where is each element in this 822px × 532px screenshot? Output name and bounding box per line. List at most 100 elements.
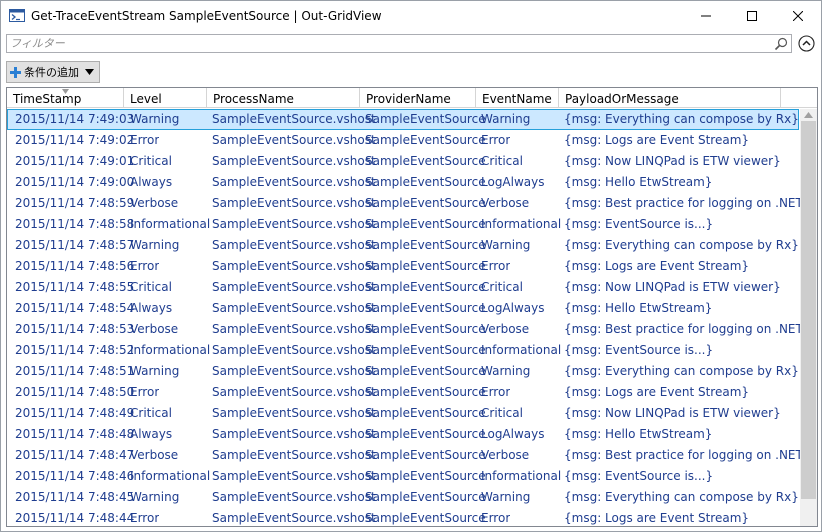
cell-process-name: SampleEventSource.vshost <box>212 175 376 189</box>
cell-timestamp: 2015/11/14 7:48:51 <box>15 364 135 378</box>
cell-level: Warning <box>130 490 180 504</box>
table-row[interactable]: 2015/11/14 7:49:00 Always SampleEventSourc… <box>7 172 799 193</box>
cell-event-name: Verbose <box>481 322 530 336</box>
table-row[interactable]: 2015/11/14 7:48:53 Verbose SampleEventSour… <box>7 319 810 340</box>
table-row[interactable]: 2015/11/14 7:48:50 Error SampleEventSource… <box>7 382 799 403</box>
cell-event-name: Critical <box>481 406 523 420</box>
cell-provider-name: SampleEventSource <box>365 448 486 462</box>
table-row[interactable]: 2015/11/14 7:49:01 Critical SampleEventSou… <box>7 151 799 172</box>
cell-event-name: LogAlways <box>481 175 545 189</box>
minimize-button[interactable] <box>683 1 729 31</box>
cell-event-name: Verbose <box>481 448 530 462</box>
cell-payload: {msg: Now LINQPad is ETW viewer} <box>564 280 781 294</box>
plus-icon <box>10 66 21 78</box>
maximize-button[interactable] <box>729 1 775 31</box>
cell-process-name: SampleEventSource.vshost <box>212 448 376 462</box>
table-row[interactable]: 2015/11/14 7:48:45 Warning SampleEventSour… <box>7 487 799 508</box>
cell-timestamp: 2015/11/14 7:49:03 <box>15 112 135 126</box>
cell-provider-name: SampleEventSource <box>365 406 486 420</box>
table-row[interactable]: 2015/11/14 7:48:49 Critical SampleEventSou… <box>7 403 799 424</box>
cell-event-name: Warning <box>481 112 531 126</box>
table-row[interactable]: 2015/11/14 7:48:54 Always SampleEventSourc… <box>7 298 799 319</box>
cell-level: Error <box>130 385 160 399</box>
table-row[interactable]: 2015/11/14 7:48:59 Verbose SampleEventSour… <box>7 193 810 214</box>
cell-process-name: SampleEventSource.vshost <box>212 469 376 483</box>
cell-event-name: Error <box>481 385 511 399</box>
cell-timestamp: 2015/11/14 7:49:02 <box>15 133 135 147</box>
table-row[interactable]: 2015/11/14 7:48:55 Critical SampleEventSou… <box>7 277 799 298</box>
cell-provider-name: SampleEventSource <box>365 280 486 294</box>
add-criteria-label: 条件の追加 <box>24 66 79 79</box>
column-header-timestamp[interactable]: TimeStamp <box>7 88 124 108</box>
cell-payload: {msg: Everything can compose by Rx} <box>564 238 799 252</box>
cell-level: Warning <box>130 238 180 252</box>
data-grid: TimeStamp Level ProcessName ProviderName… <box>6 87 818 527</box>
table-row[interactable]: 2015/11/14 7:48:47 Verbose SampleEventSour… <box>7 445 810 466</box>
search-icon[interactable] <box>774 37 788 51</box>
vertical-scrollbar[interactable] <box>800 109 817 526</box>
cell-provider-name: SampleEventSource <box>365 196 486 210</box>
chevron-up-circle-icon[interactable] <box>798 35 815 52</box>
table-row[interactable]: 2015/11/14 7:48:51 Warning SampleEventSour… <box>7 361 799 382</box>
cell-level: Critical <box>130 280 172 294</box>
minimize-icon <box>701 15 711 17</box>
cell-process-name: SampleEventSource.vshost <box>212 112 376 126</box>
cell-provider-name: SampleEventSource <box>365 301 486 315</box>
column-header-level[interactable]: Level <box>124 88 207 108</box>
cell-process-name: SampleEventSource.vshost <box>212 301 376 315</box>
column-header-label: Level <box>130 92 162 106</box>
cell-level: Always <box>130 175 173 189</box>
scroll-up-icon[interactable] <box>804 112 813 118</box>
table-row[interactable]: 2015/11/14 7:49:03 Warning SampleEventSour… <box>7 109 799 130</box>
title-bar[interactable]: Get-TraceEventStream SampleEventSource |… <box>1 1 821 31</box>
column-header-providername[interactable]: ProviderName <box>360 88 476 108</box>
table-row[interactable]: 2015/11/14 7:48:44 Error SampleEventSource… <box>7 508 799 526</box>
column-header-processname[interactable]: ProcessName <box>207 88 360 108</box>
table-row[interactable]: 2015/11/14 7:48:48 Always SampleEventSourc… <box>7 424 799 445</box>
cell-event-name: Warning <box>481 490 531 504</box>
cell-timestamp: 2015/11/14 7:48:49 <box>15 406 135 420</box>
column-header-payloadormessage[interactable]: PayloadOrMessage <box>559 88 781 108</box>
cell-payload: {msg: Hello EtwStream} <box>564 175 713 189</box>
cell-provider-name: SampleEventSource <box>365 364 486 378</box>
cell-process-name: SampleEventSource.vshost <box>212 196 376 210</box>
cell-level: Error <box>130 133 160 147</box>
cell-event-name: Error <box>481 133 511 147</box>
cell-provider-name: SampleEventSource <box>365 490 486 504</box>
table-row[interactable]: 2015/11/14 7:49:02 Error SampleEventSource… <box>7 130 799 151</box>
cell-provider-name: SampleEventSource <box>365 511 486 525</box>
table-row[interactable]: 2015/11/14 7:48:58 Informational SampleEve… <box>7 214 799 235</box>
cell-event-name: Error <box>481 259 511 273</box>
cell-process-name: SampleEventSource.vshost <box>212 406 376 420</box>
close-button[interactable] <box>775 1 821 31</box>
cell-timestamp: 2015/11/14 7:48:47 <box>15 448 135 462</box>
table-row[interactable]: 2015/11/14 7:48:46 Informational SampleEve… <box>7 466 799 487</box>
scrollbar-thumb[interactable] <box>801 121 816 499</box>
table-row[interactable]: 2015/11/14 7:48:57 Warning SampleEventSour… <box>7 235 799 256</box>
cell-provider-name: SampleEventSource <box>365 133 486 147</box>
cell-event-name: Informational <box>481 217 562 231</box>
add-criteria-button[interactable]: 条件の追加 <box>6 61 100 83</box>
cell-provider-name: SampleEventSource <box>365 469 486 483</box>
cell-payload: {msg: Everything can compose by Rx} <box>564 490 799 504</box>
cell-process-name: SampleEventSource.vshost <box>212 385 376 399</box>
filter-input[interactable] <box>7 35 767 52</box>
cell-payload: {msg: EventSource is...} <box>564 343 714 357</box>
cell-payload: {msg: Hello EtwStream} <box>564 427 713 441</box>
cell-timestamp: 2015/11/14 7:48:59 <box>15 196 135 210</box>
cell-process-name: SampleEventSource.vshost <box>212 280 376 294</box>
table-row[interactable]: 2015/11/14 7:48:52 Informational SampleEve… <box>7 340 799 361</box>
cell-level: Always <box>130 427 173 441</box>
cell-provider-name: SampleEventSource <box>365 238 486 252</box>
cell-process-name: SampleEventSource.vshost <box>212 364 376 378</box>
cell-provider-name: SampleEventSource <box>365 217 486 231</box>
table-row[interactable]: 2015/11/14 7:48:56 Error SampleEventSource… <box>7 256 799 277</box>
cell-process-name: SampleEventSource.vshost <box>212 259 376 273</box>
maximize-icon <box>747 11 757 21</box>
cell-event-name: Critical <box>481 154 523 168</box>
cell-timestamp: 2015/11/14 7:49:01 <box>15 154 135 168</box>
cell-process-name: SampleEventSource.vshost <box>212 322 376 336</box>
cell-level: Warning <box>130 364 180 378</box>
column-header-eventname[interactable]: EventName <box>476 88 559 108</box>
cell-payload: {msg: Now LINQPad is ETW viewer} <box>564 406 781 420</box>
